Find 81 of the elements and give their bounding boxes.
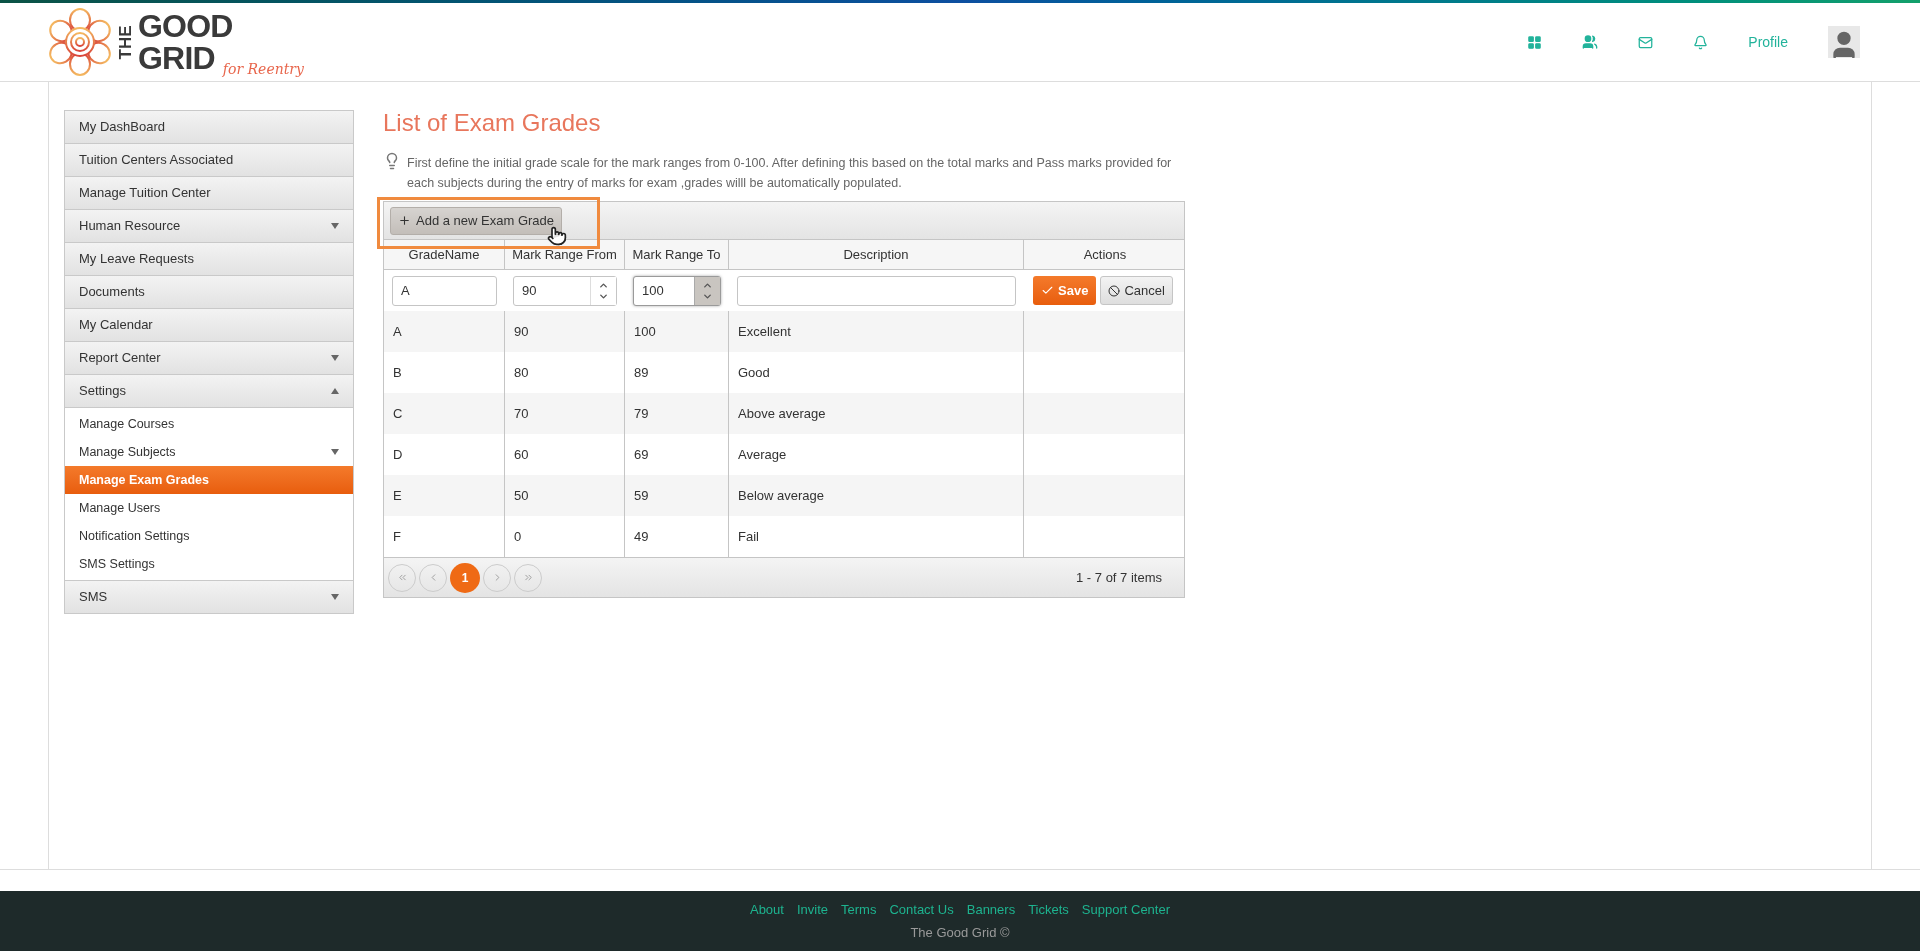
table-cell-text: 90 [514, 322, 529, 341]
cancel-icon [1108, 284, 1121, 297]
avatar-silhouette[interactable] [1828, 26, 1860, 58]
table-cell-text: Above average [738, 404, 826, 423]
table-cell-text: D [393, 445, 403, 464]
page-title: List of Exam Grades [383, 108, 602, 138]
column-header[interactable]: GradeName [384, 240, 505, 269]
caret-down-icon [331, 449, 339, 455]
sidebar-item[interactable]: My DashBoard [65, 111, 353, 144]
table-cell-text: 80 [514, 363, 529, 382]
bell-icon[interactable] [1693, 34, 1709, 50]
table-cell-text: Fail [738, 527, 759, 546]
logo-word: THE [116, 25, 134, 59]
footer-link[interactable]: Tickets [1028, 900, 1069, 920]
caret-down-icon [331, 355, 339, 361]
table-cell-text: B [393, 363, 402, 382]
column-header[interactable]: Description [729, 240, 1024, 269]
double-chevron-left-icon [396, 572, 408, 583]
table-cell-text: A [393, 322, 402, 341]
check-icon [1041, 284, 1054, 297]
table-cell-text: 79 [634, 404, 649, 423]
logo-word: GRID [138, 42, 215, 74]
table-cell-text: 49 [634, 527, 649, 546]
sidebar-subitem[interactable]: Manage Courses [65, 410, 353, 438]
table-cell-text: 60 [514, 445, 529, 464]
description-input[interactable] [737, 275, 1016, 306]
sidebar-item[interactable]: Settings [65, 375, 353, 408]
table-cell-text: Good [738, 363, 770, 382]
flower-logo-icon [48, 7, 112, 77]
column-header[interactable]: Mark Range To [625, 240, 729, 269]
table-cell-text: Excellent [738, 322, 791, 341]
footer-link[interactable]: Contact Us [889, 900, 954, 920]
hint-text: First define the initial grade scale for the mark ranges from 0-100. After defining this based on the total marks and Pass marks provided for each subjects during the entry of marks for exam ,grades willl be automatically populated. [407, 155, 1173, 192]
table-cell-text: F [393, 527, 401, 546]
footer-link[interactable]: About [749, 900, 784, 920]
column-header[interactable]: Actions [1024, 240, 1186, 269]
pager-info: 1 - 7 of 7 items [1076, 568, 1163, 587]
table-cell-text: 89 [634, 363, 649, 382]
sidebar-item[interactable]: Documents [65, 276, 353, 309]
logo-tagline: for Reentry [222, 62, 304, 76]
sidebar-item[interactable]: My Leave Requests [65, 243, 353, 276]
caret-down-icon [331, 594, 339, 600]
cancel-button[interactable]: Cancel [1100, 276, 1173, 305]
table-cell-text: C [393, 404, 403, 423]
sidebar-item[interactable]: Report Center [65, 342, 353, 375]
logo-word: GOOD [138, 10, 234, 42]
footer-link[interactable]: Banners [966, 900, 1016, 920]
sidebar-subitem[interactable]: Manage Subjects [65, 438, 353, 466]
sidebar-subitem[interactable]: SMS Settings [65, 550, 353, 578]
mark-from-spinner[interactable]: 90 [513, 275, 617, 306]
add-grade-button[interactable]: Add a new Exam Grade [390, 206, 563, 235]
table-cell-text: 69 [634, 445, 649, 464]
mark-to-spinner[interactable]: 100 [633, 275, 721, 306]
copyright-text: The Good Grid © [910, 923, 1010, 942]
table-cell-text: 59 [634, 486, 649, 505]
double-chevron-right-icon [522, 572, 534, 583]
table-cell-text: 70 [514, 404, 529, 423]
sidebar-item[interactable]: Manage Tuition Center [65, 177, 353, 210]
table-cell-text: Average [738, 445, 787, 464]
sidebar-item[interactable]: Tuition Centers Associated [65, 144, 353, 177]
caret-down-icon [331, 223, 339, 229]
mail-icon[interactable] [1638, 34, 1654, 50]
plus-icon [398, 214, 411, 227]
footer-link[interactable]: Support Center [1081, 900, 1171, 920]
footer-link[interactable]: Invite [796, 900, 829, 920]
sidebar-subitem[interactable]: Manage Users [65, 494, 353, 522]
column-header[interactable]: Mark Range From [505, 240, 625, 269]
table-cell-text: Below average [738, 486, 824, 505]
footer-link[interactable]: Terms [841, 900, 877, 920]
sidebar-subitem[interactable]: Notification Settings [65, 522, 353, 550]
table-cell-text: 0 [514, 527, 522, 546]
sidebar-item[interactable]: My Calendar [65, 309, 353, 342]
people-icon[interactable] [1582, 34, 1599, 50]
sidebar-item[interactable]: SMS [65, 581, 353, 614]
table-cell-text: 50 [514, 486, 529, 505]
caret-up-icon [331, 388, 339, 394]
sidebar-item[interactable]: Human Resource [65, 210, 353, 243]
table-cell-text: 100 [634, 322, 656, 341]
table-cell-text: E [393, 486, 402, 505]
apps-grid-icon[interactable] [1527, 34, 1543, 50]
grade-name-input[interactable]: A [392, 275, 497, 306]
